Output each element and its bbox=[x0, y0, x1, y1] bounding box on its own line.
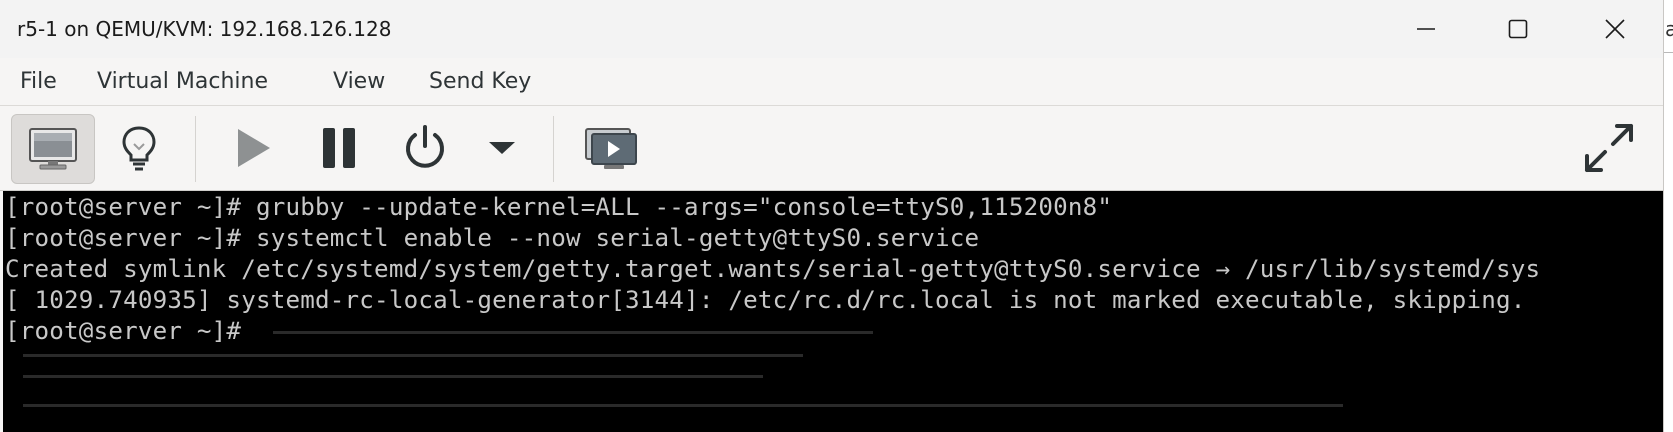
play-icon bbox=[238, 129, 270, 167]
close-button[interactable] bbox=[1569, 0, 1661, 58]
shutdown-menu-button[interactable] bbox=[470, 114, 534, 182]
console-artifact bbox=[23, 354, 803, 357]
console-line: [root@server ~]# systemctl enable --now … bbox=[5, 224, 980, 252]
power-icon bbox=[406, 125, 444, 168]
fullscreen-icon bbox=[1585, 124, 1633, 172]
minimize-button[interactable] bbox=[1380, 0, 1472, 58]
menu-send-key[interactable]: Send Key bbox=[429, 67, 531, 96]
shutdown-button[interactable] bbox=[384, 114, 466, 182]
menu-virtual-machine[interactable]: Virtual Machine bbox=[97, 67, 268, 96]
monitor-icon bbox=[29, 128, 77, 170]
maximize-button[interactable] bbox=[1472, 0, 1564, 58]
pause-icon bbox=[323, 128, 355, 168]
run-button[interactable] bbox=[212, 114, 294, 182]
pause-button[interactable] bbox=[298, 114, 380, 182]
lightbulb-icon bbox=[122, 126, 156, 171]
title-bar[interactable]: r5-1 on QEMU/KVM: 192.168.126.128 bbox=[0, 0, 1663, 58]
toolbar bbox=[0, 106, 1663, 191]
toolbar-separator bbox=[195, 116, 196, 182]
background-text: a bbox=[1665, 17, 1673, 41]
console-artifact bbox=[23, 375, 763, 378]
menu-file[interactable]: File bbox=[20, 67, 57, 96]
snapshots-button[interactable] bbox=[570, 114, 652, 182]
console-line: [ 1029.740935] systemd-rc-local-generato… bbox=[5, 286, 1526, 314]
maximize-icon bbox=[1508, 19, 1528, 39]
console-line: [root@server ~]# bbox=[5, 317, 242, 345]
console-view-button[interactable] bbox=[11, 114, 95, 184]
vm-console-display[interactable]: [root@server ~]# grubby --update-kernel=… bbox=[3, 191, 1663, 432]
menu-bar: File Virtual Machine View Send Key bbox=[0, 58, 1663, 106]
console-artifact bbox=[273, 331, 873, 334]
fullscreen-button[interactable] bbox=[1568, 114, 1650, 182]
details-view-button[interactable] bbox=[98, 114, 180, 182]
toolbar-separator-2 bbox=[553, 116, 554, 182]
chevron-down-icon bbox=[489, 142, 515, 154]
console-artifact bbox=[23, 404, 1343, 407]
window-title: r5-1 on QEMU/KVM: 192.168.126.128 bbox=[17, 17, 392, 41]
snapshot-icon bbox=[585, 128, 637, 169]
console-line: [root@server ~]# grubby --update-kernel=… bbox=[5, 193, 1113, 221]
background-divider bbox=[1664, 52, 1673, 53]
vm-viewer-window: r5-1 on QEMU/KVM: 192.168.126.128 File V… bbox=[0, 0, 1664, 432]
close-icon bbox=[1605, 19, 1625, 39]
menu-view[interactable]: View bbox=[333, 67, 385, 96]
minimize-icon bbox=[1417, 28, 1435, 30]
console-line: Created symlink /etc/systemd/system/gett… bbox=[5, 255, 1541, 283]
desktop-background: a bbox=[1664, 0, 1673, 432]
